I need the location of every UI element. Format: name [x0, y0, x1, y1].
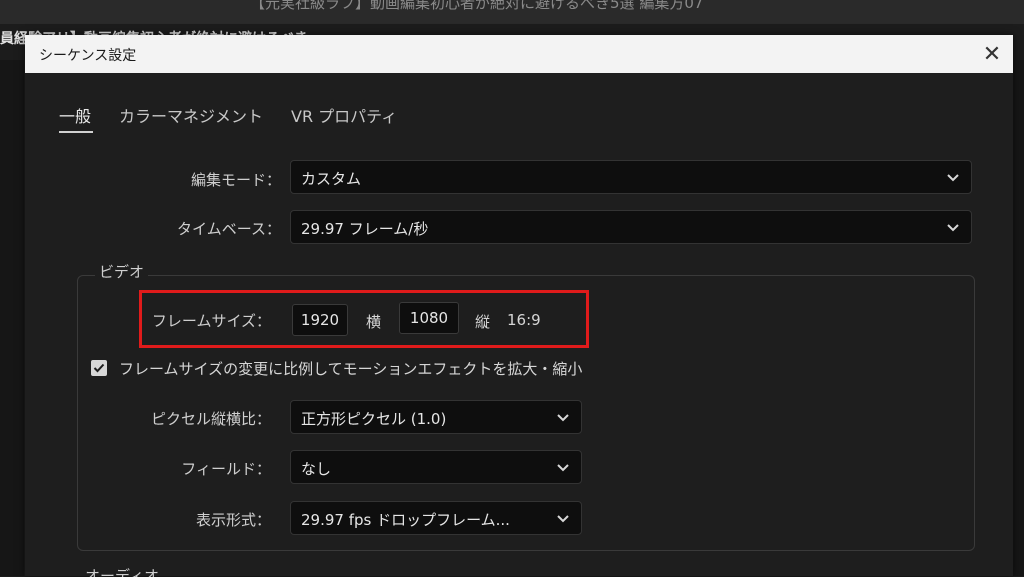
display-format-value: 29.97 fps ドロップフレーム...	[301, 511, 510, 529]
pixel-aspect-value: 正方形ピクセル (1.0)	[301, 410, 447, 428]
background-title-bar: 【元実社級ラフ】動画編集初心者が絶対に避けるべき5選 編集方07	[0, 0, 1024, 24]
fields-value: なし	[301, 460, 332, 478]
display-format-select[interactable]: 29.97 fps ドロップフレーム...	[290, 501, 582, 535]
checkmark-icon	[93, 363, 105, 373]
video-group-title: ビデオ	[95, 261, 149, 282]
tab-color-management[interactable]: カラーマネジメント	[119, 103, 263, 127]
scale-motion-label: フレームサイズの変更に比例してモーションエフェクトを拡大・縮小	[119, 360, 583, 378]
background-left-panel	[0, 60, 24, 576]
edit-mode-label: 編集モード：	[190, 171, 281, 189]
edit-mode-value: カスタム	[301, 170, 362, 188]
sequence-settings-dialog: シーケンス設定 ✕ 一般 カラーマネジメント VR プロパティ 編集モード： カ…	[25, 35, 1013, 577]
frame-size-highlight-box	[139, 290, 589, 348]
dialog-title: シーケンス設定	[39, 48, 137, 64]
chevron-down-icon	[947, 224, 959, 232]
scale-motion-checkbox[interactable]	[91, 360, 107, 376]
background-right-panel	[1013, 60, 1024, 576]
chevron-down-icon	[557, 414, 569, 422]
dialog-titlebar: シーケンス設定 ✕	[25, 35, 1013, 73]
display-format-label: 表示形式：	[195, 511, 271, 529]
fields-label: フィールド：	[181, 460, 271, 478]
background-video-title: 【元実社級ラフ】動画編集初心者が絶対に避けるべき5選 編集方07	[250, 0, 704, 12]
chevron-down-icon	[947, 174, 959, 182]
close-button[interactable]: ✕	[977, 39, 1007, 69]
fields-select[interactable]: なし	[290, 450, 582, 484]
close-icon: ✕	[982, 41, 1002, 67]
pixel-aspect-label: ピクセル縦横比：	[150, 410, 271, 428]
chevron-down-icon	[557, 515, 569, 523]
timebase-select[interactable]: 29.97 フレーム/秒	[290, 210, 972, 244]
tab-vr-properties[interactable]: VR プロパティ	[291, 103, 397, 127]
active-tab-indicator	[59, 131, 93, 133]
tab-general[interactable]: 一般	[59, 103, 91, 127]
timebase-label: タイムベース：	[177, 220, 281, 238]
edit-mode-select[interactable]: カスタム	[290, 160, 972, 194]
timebase-value: 29.97 フレーム/秒	[301, 220, 429, 238]
pixel-aspect-select[interactable]: 正方形ピクセル (1.0)	[290, 400, 582, 434]
audio-group-title: オーディオ	[85, 567, 159, 577]
chevron-down-icon	[557, 464, 569, 472]
